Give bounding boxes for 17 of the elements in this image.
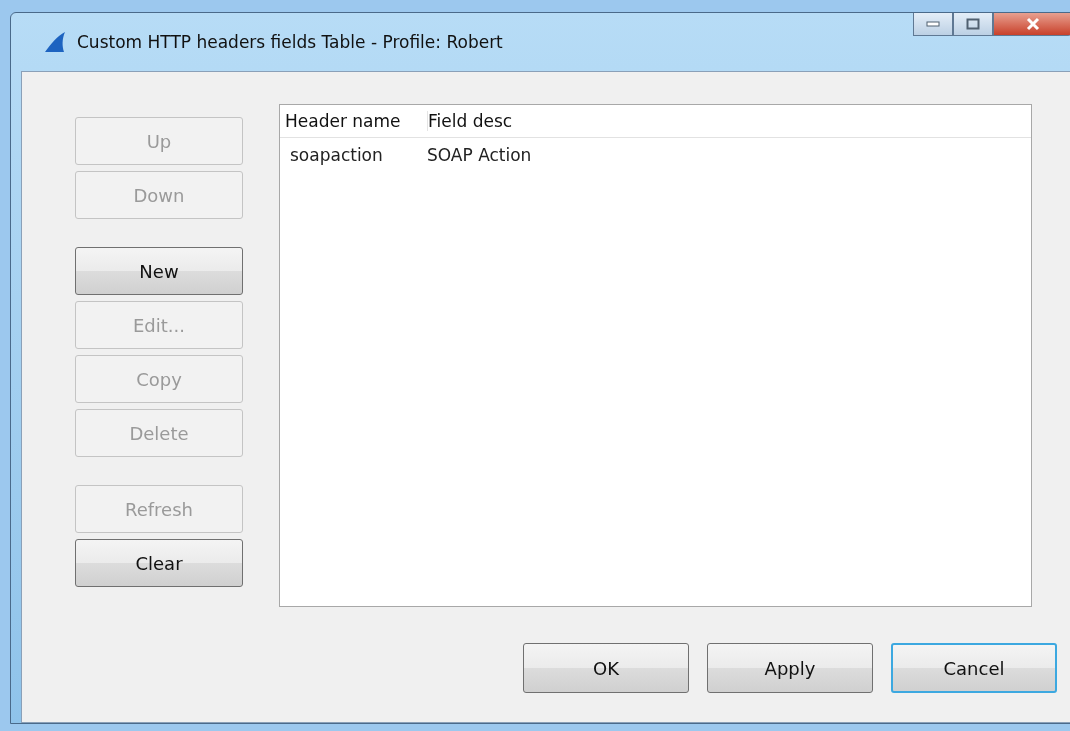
table-cell: SOAP Action bbox=[427, 145, 532, 165]
minimize-icon bbox=[926, 21, 940, 27]
side-button[interactable]: New bbox=[75, 247, 243, 295]
dialog-button[interactable]: OK bbox=[523, 643, 689, 693]
fin-icon bbox=[43, 30, 67, 54]
table-cell-text: soapaction bbox=[290, 145, 384, 165]
dialog-button[interactable]: Apply bbox=[707, 643, 873, 693]
column-header[interactable]: Header name bbox=[285, 111, 428, 131]
maximize-icon bbox=[966, 18, 980, 30]
side-button[interactable]: Clear bbox=[75, 539, 243, 587]
column-header[interactable]: Field desc bbox=[428, 111, 513, 131]
minimize-button[interactable] bbox=[913, 13, 953, 36]
close-button[interactable] bbox=[993, 13, 1070, 36]
dialog-button[interactable]: Cancel bbox=[891, 643, 1057, 693]
window-title: Custom HTTP headers fields Table - Profile: Robert bbox=[77, 32, 503, 52]
close-icon bbox=[1025, 17, 1041, 31]
maximize-button[interactable] bbox=[953, 13, 993, 36]
